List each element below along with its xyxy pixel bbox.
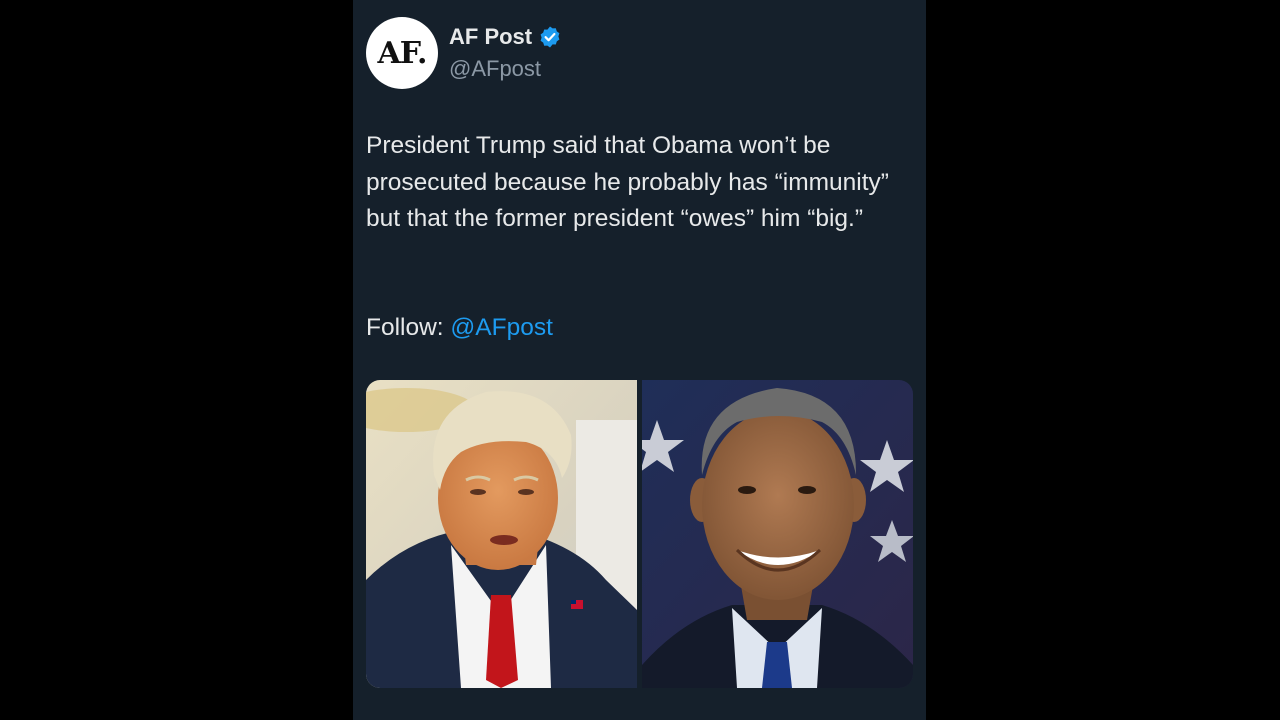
verified-badge-icon: [538, 25, 562, 49]
avatar-logo-text: AF.: [377, 35, 427, 71]
author-name-row: AF Post: [449, 24, 562, 50]
post-card[interactable]: AF. AF Post @AFpost President Trump said…: [353, 0, 926, 720]
video-frame: AF. AF Post @AFpost President Trump said…: [0, 0, 1280, 720]
media-photo-trump[interactable]: [366, 380, 637, 688]
media-photo-obama[interactable]: [642, 380, 913, 688]
author-display-name[interactable]: AF Post: [449, 24, 532, 50]
follow-mention-link[interactable]: @AFpost: [450, 314, 553, 341]
post-body-text: President Trump said that Obama won’t be…: [366, 132, 889, 232]
author-handle[interactable]: @AFpost: [449, 56, 541, 82]
author-avatar[interactable]: AF.: [366, 17, 438, 89]
follow-line: Follow: @AFpost: [366, 310, 553, 347]
media-grid: [366, 380, 913, 688]
follow-label: Follow:: [366, 314, 444, 341]
